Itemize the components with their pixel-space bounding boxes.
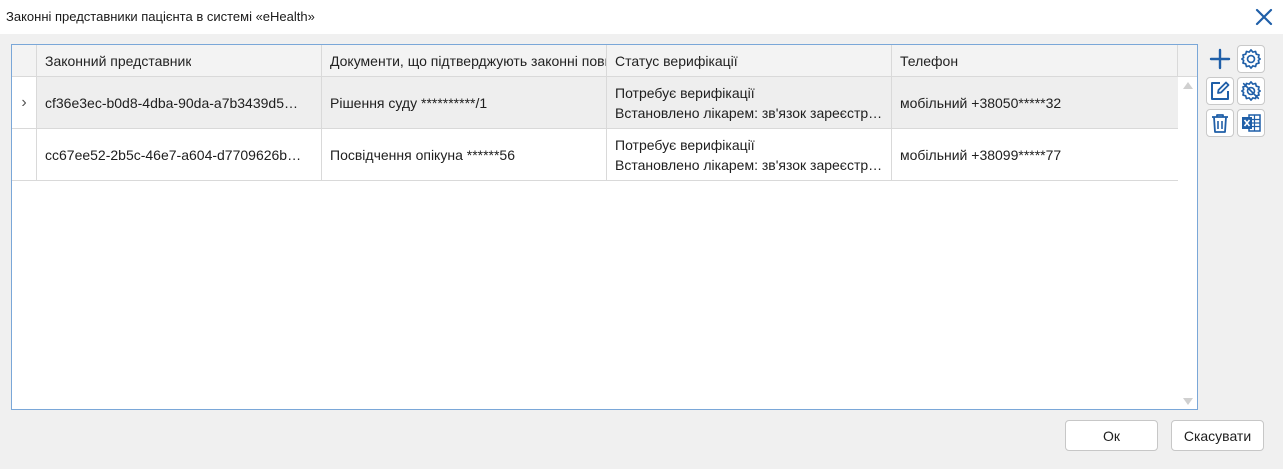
row-indicator (12, 129, 37, 180)
ok-button[interactable]: Ок (1065, 420, 1158, 451)
excel-export-icon (1242, 114, 1261, 132)
cell-document[interactable]: Рішення суду **********/1 (322, 77, 607, 128)
edit-icon (1211, 81, 1230, 100)
status-line-1: Потребує верифікації (615, 136, 755, 153)
scroll-down-button[interactable] (1182, 396, 1194, 406)
close-icon (1255, 8, 1273, 26)
title-bar: Законні представники пацієнта в системі … (0, 0, 1283, 34)
cell-phone[interactable]: мобільний +38050*****32 (892, 77, 1178, 128)
settings-gear-icon (1241, 49, 1261, 69)
export-excel-button[interactable] (1237, 109, 1265, 137)
trash-icon (1212, 114, 1228, 133)
status-line-2: Встановлено лікарем: зв'язок зареєстрова… (615, 156, 883, 173)
status-line-2: Встановлено лікарем: зв'язок зареєстрова… (615, 104, 883, 121)
triangle-up-icon (1183, 81, 1193, 89)
scroll-up-button[interactable] (1182, 80, 1194, 90)
column-header-representative[interactable]: Законний представник (37, 45, 322, 76)
grid-header: Законний представник Документи, що підтв… (12, 45, 1197, 77)
representatives-grid[interactable]: Законний представник Документи, що підтв… (11, 44, 1198, 410)
delete-button[interactable] (1206, 109, 1234, 137)
chevron-right-icon: › (21, 93, 27, 111)
edit-button[interactable] (1206, 77, 1234, 105)
cell-representative[interactable]: cc67ee52-2b5c-46e7-a604-d7709626b… (37, 129, 322, 180)
cell-verification-status[interactable]: Потребує верифікації Встановлено лікарем… (607, 129, 892, 180)
column-header-documents[interactable]: Документи, що підтверджують законні повн… (322, 45, 607, 76)
cell-verification-status[interactable]: Потребує верифікації Встановлено лікарем… (607, 77, 892, 128)
plus-icon (1209, 48, 1231, 70)
cancel-button[interactable]: Скасувати (1171, 420, 1264, 451)
settings-gear-alt-icon (1241, 81, 1261, 101)
row-indicator: › (12, 77, 37, 128)
triangle-down-icon (1183, 397, 1193, 405)
settings-button[interactable] (1237, 45, 1265, 73)
column-header-verification-status[interactable]: Статус верифікації (607, 45, 892, 76)
cell-phone[interactable]: мобільний +38099*****77 (892, 129, 1178, 180)
cell-document[interactable]: Посвідчення опікуна ******56 (322, 129, 607, 180)
table-row[interactable]: › cf36e3ec-b0d8-4dba-90da-a7b3439d5… Ріш… (12, 77, 1178, 129)
close-button[interactable] (1250, 3, 1278, 31)
header-indicator-cell (12, 45, 37, 76)
column-header-phone[interactable]: Телефон (892, 45, 1178, 76)
status-line-1: Потребує верифікації (615, 84, 755, 101)
table-row[interactable]: cc67ee52-2b5c-46e7-a604-d7709626b… Посві… (12, 129, 1178, 181)
window-title: Законні представники пацієнта в системі … (6, 9, 315, 24)
cell-representative[interactable]: cf36e3ec-b0d8-4dba-90da-a7b3439d5… (37, 77, 322, 128)
add-button[interactable] (1206, 45, 1234, 73)
header-scroll-corner (1178, 45, 1197, 76)
advanced-settings-button[interactable] (1237, 77, 1265, 105)
